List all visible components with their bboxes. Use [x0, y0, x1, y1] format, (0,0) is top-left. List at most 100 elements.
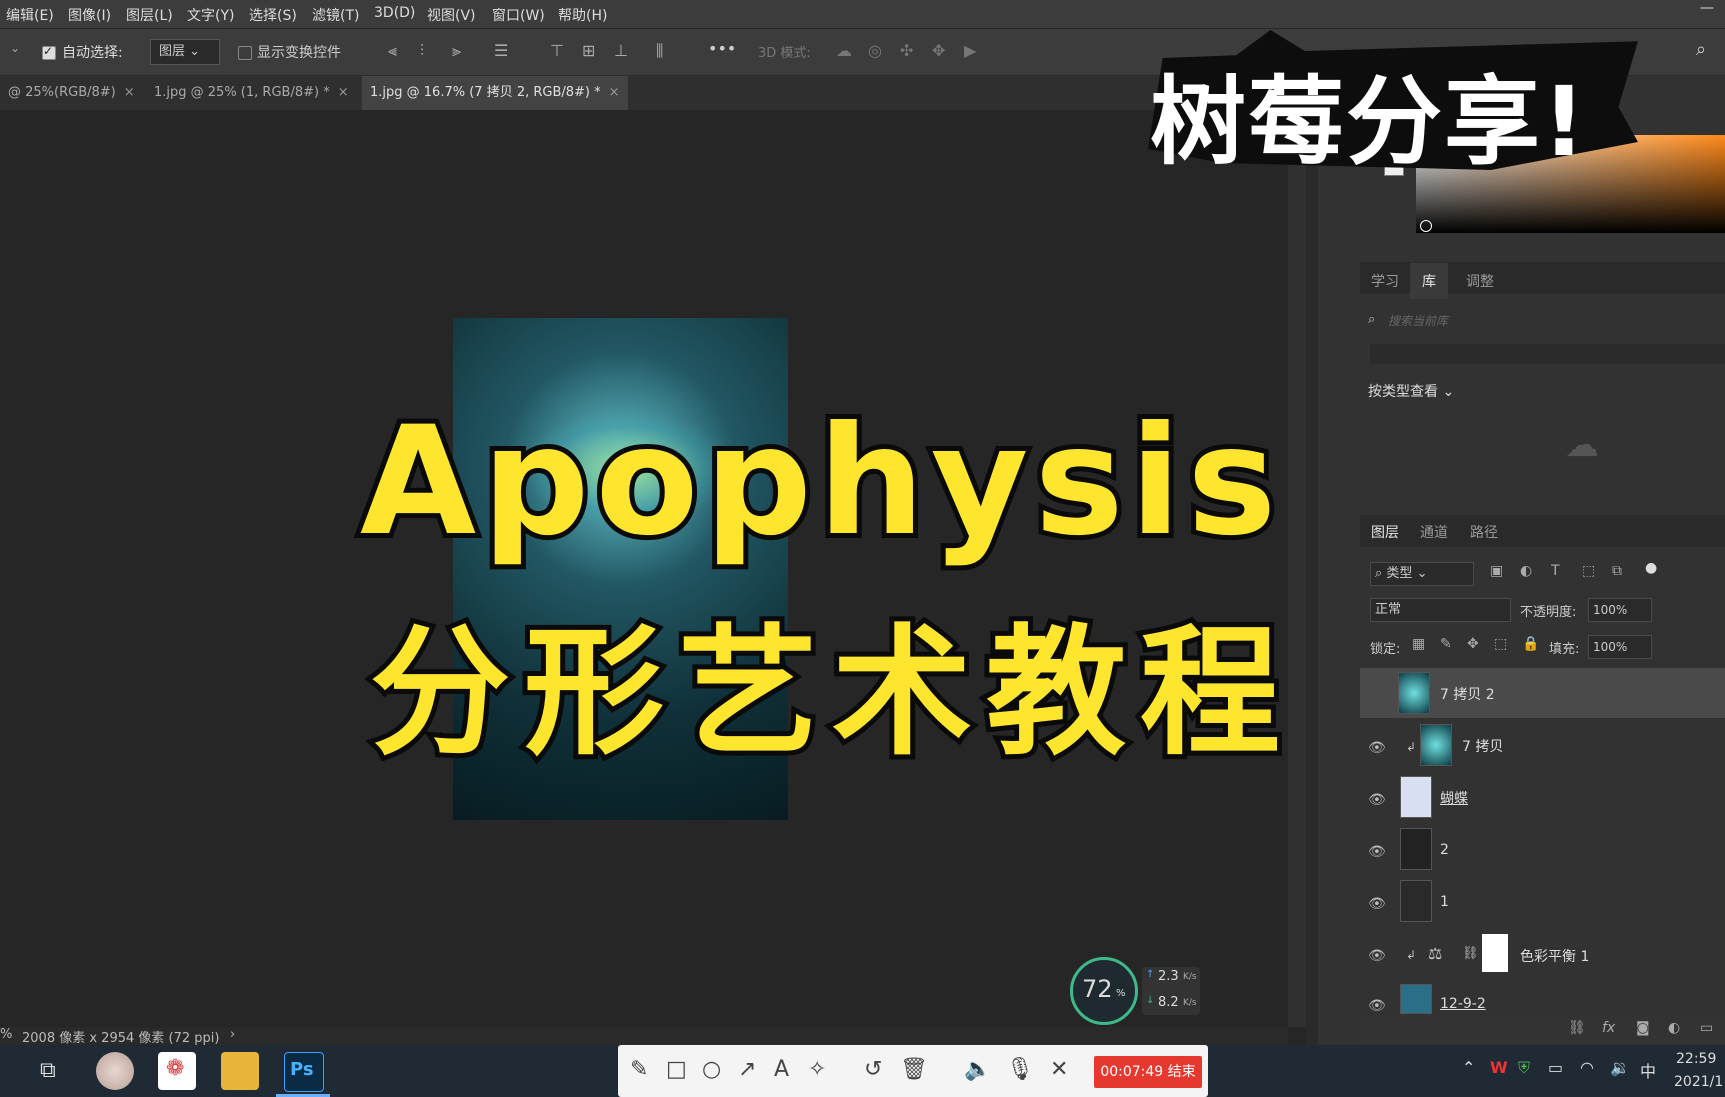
menu-3d[interactable]: 3D(D) — [374, 5, 415, 21]
filter-type-icon[interactable]: T — [1551, 563, 1560, 579]
task-view-icon[interactable]: ⧉ — [40, 1058, 56, 1083]
tab-doc-3[interactable]: 1.jpg @ 16.7% (7 拷贝 2, RGB/8#) * × — [362, 76, 628, 110]
record-stop-button[interactable]: 00:07:49 结束 — [1094, 1056, 1202, 1088]
more-options-icon[interactable]: ••• — [708, 39, 736, 58]
wifi-icon[interactable]: ◠ — [1580, 1058, 1594, 1077]
rectangle-icon[interactable]: □ — [666, 1057, 687, 1082]
blend-mode-dropdown[interactable]: 正常 — [1370, 598, 1511, 622]
layer-name[interactable]: 12-9-2 — [1440, 996, 1486, 1012]
photoshop-icon[interactable]: Ps — [284, 1052, 324, 1092]
layer-mask-thumbnail[interactable] — [1482, 934, 1508, 972]
layer-name[interactable]: 蝴蝶 — [1440, 788, 1468, 808]
align-middle-icon[interactable]: ⊞ — [582, 41, 595, 60]
magic-wand-icon[interactable]: ✧ — [808, 1057, 826, 1082]
app-photos-icon[interactable]: ❁ — [158, 1052, 196, 1090]
3d-slide-icon[interactable]: ✥ — [932, 41, 945, 60]
menu-view[interactable]: 视图(V) — [427, 5, 476, 25]
tab-channels[interactable]: 通道 — [1420, 522, 1448, 542]
pen-icon[interactable]: ✎ — [630, 1057, 648, 1082]
tab-layers[interactable]: 图层 — [1371, 522, 1399, 542]
close-icon[interactable]: × — [338, 85, 349, 100]
menu-help[interactable]: 帮助(H) — [558, 5, 607, 25]
tab-libraries[interactable]: 库 — [1410, 263, 1448, 299]
menu-filter[interactable]: 滤镜(T) — [312, 5, 359, 25]
close-icon[interactable]: ✕ — [1050, 1057, 1068, 1082]
3d-pan-icon[interactable]: ✣ — [900, 41, 913, 60]
layer-name[interactable]: 7 拷贝 2 — [1440, 684, 1495, 704]
layer-name[interactable]: 2 — [1440, 842, 1449, 858]
tab-doc-2[interactable]: 1.jpg @ 25% (1, RGB/8#) * × — [146, 76, 357, 110]
adjustment-layer-icon[interactable]: ◐ — [1668, 1020, 1680, 1036]
lock-artboard-icon[interactable]: ⬚ — [1494, 636, 1507, 652]
layer-filter-dropdown[interactable]: ⌕ 类型 ⌄ — [1370, 562, 1474, 586]
eye-icon[interactable]: 👁 — [1368, 948, 1386, 964]
chevron-up-icon[interactable]: ⌃ — [1462, 1058, 1475, 1077]
3d-camera-icon[interactable]: ▶ — [964, 41, 976, 60]
eye-icon[interactable]: 👁 — [1368, 896, 1386, 912]
layer-name[interactable]: 色彩平衡 1 — [1520, 946, 1589, 966]
color-picker-handle[interactable] — [1420, 220, 1432, 232]
chevron-down-icon[interactable]: ⌄ — [10, 41, 20, 55]
link-layers-icon[interactable]: ⛓ — [1568, 1020, 1586, 1036]
microphone-icon[interactable]: 🎙 — [1006, 1057, 1034, 1082]
new-group-icon[interactable]: ▭ — [1700, 1020, 1713, 1036]
show-transform-checkbox[interactable] — [238, 46, 252, 60]
eye-icon[interactable]: 👁 — [1368, 998, 1386, 1014]
close-icon[interactable]: × — [609, 85, 620, 100]
menu-image[interactable]: 图像(I) — [68, 5, 111, 25]
battery-icon[interactable]: ▭ — [1548, 1058, 1563, 1077]
lock-transparency-icon[interactable]: ▦ — [1412, 636, 1425, 652]
menu-layer[interactable]: 图层(L) — [126, 5, 173, 25]
search-icon[interactable]: ⌕ — [1696, 39, 1706, 60]
close-icon[interactable]: × — [124, 85, 135, 100]
trash-icon[interactable]: 🗑 — [900, 1057, 928, 1082]
minimize-icon[interactable]: — — [1700, 0, 1714, 16]
align-right-icon[interactable]: ⫸ — [452, 41, 461, 61]
filter-shape-icon[interactable]: ⬚ — [1582, 563, 1595, 579]
tab-paths[interactable]: 路径 — [1470, 522, 1498, 542]
menu-type[interactable]: 文字(Y) — [187, 5, 234, 25]
auto-select-checkbox[interactable] — [42, 44, 56, 60]
distribute-icon[interactable]: ☰ — [494, 41, 508, 60]
undo-icon[interactable]: ↺ — [864, 1057, 882, 1082]
wps-tray-icon[interactable]: W — [1490, 1058, 1508, 1077]
distribute-vertical-icon[interactable]: ⫼ — [656, 41, 663, 61]
lock-all-icon[interactable]: 🔒 — [1522, 636, 1539, 652]
app-avatar-icon[interactable] — [96, 1052, 134, 1090]
tab-learn[interactable]: 学习 — [1371, 271, 1399, 291]
fx-icon[interactable]: fx — [1602, 1020, 1615, 1036]
clock-time[interactable]: 22:59 — [1676, 1051, 1716, 1067]
file-explorer-icon[interactable] — [221, 1052, 259, 1090]
menu-select[interactable]: 选择(S) — [249, 5, 297, 25]
view-by-type-dropdown[interactable]: 按类型查看 ⌄ — [1368, 381, 1454, 401]
menu-edit[interactable]: 编辑(E) — [6, 5, 54, 25]
menu-window[interactable]: 窗口(W) — [492, 5, 545, 25]
shield-icon[interactable]: ⛨ — [1518, 1058, 1530, 1078]
filter-pixel-icon[interactable]: ▣ — [1490, 563, 1503, 579]
3d-orbit-icon[interactable]: ☁ — [836, 41, 852, 60]
eye-icon[interactable]: 👁 — [1368, 792, 1386, 808]
vertical-scrollbar[interactable] — [1288, 111, 1306, 1027]
align-bottom-icon[interactable]: ⊥ — [614, 41, 628, 60]
filter-toggle-icon[interactable]: ● — [1645, 560, 1657, 576]
layer-name[interactable]: 1 — [1440, 894, 1449, 910]
filter-smart-object-icon[interactable]: ⧉ — [1612, 563, 1622, 579]
3d-roll-icon[interactable]: ◎ — [868, 41, 882, 60]
align-top-icon[interactable]: ⊤ — [550, 41, 564, 60]
eye-icon[interactable]: 👁 — [1368, 740, 1386, 756]
tab-doc-1[interactable]: @ 25%(RGB/8#) × — [0, 76, 143, 110]
library-select[interactable] — [1370, 344, 1725, 364]
eye-icon[interactable]: 👁 — [1368, 844, 1386, 860]
layer-name[interactable]: 7 拷贝 — [1462, 736, 1503, 756]
lock-position-icon[interactable]: ✥ — [1467, 636, 1479, 652]
align-center-icon[interactable]: ⫶ — [420, 41, 424, 61]
filter-adjustment-icon[interactable]: ◐ — [1520, 563, 1532, 579]
clock-date[interactable]: 2021/1 — [1674, 1074, 1723, 1090]
library-search-input[interactable]: 搜索当前库 — [1388, 312, 1448, 329]
tab-adjustments[interactable]: 调整 — [1466, 271, 1494, 291]
fill-field[interactable]: 100% — [1588, 635, 1652, 659]
link-icon[interactable]: ⛓ — [1462, 946, 1479, 961]
text-icon[interactable]: A — [774, 1057, 789, 1082]
circle-icon[interactable]: ○ — [702, 1057, 721, 1082]
arrow-icon[interactable]: ↗ — [738, 1057, 756, 1082]
